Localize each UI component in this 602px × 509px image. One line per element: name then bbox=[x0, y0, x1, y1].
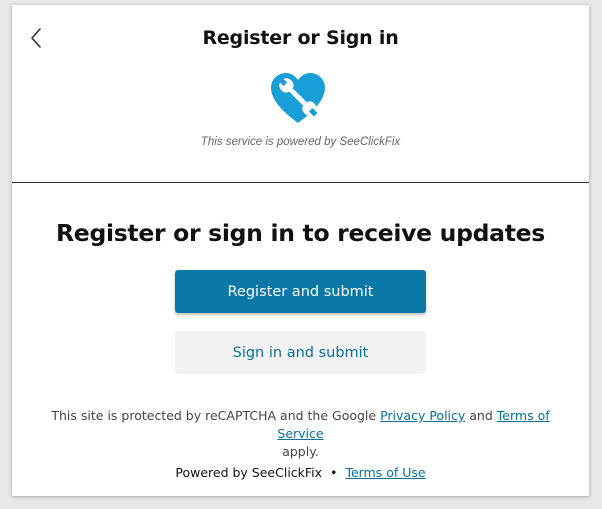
recaptcha-suffix: apply. bbox=[282, 444, 319, 459]
modal-title: Register or Sign in bbox=[202, 27, 399, 49]
modal-footer: Powered by SeeClickFix • Terms of Use bbox=[12, 465, 589, 480]
recaptcha-and: and bbox=[469, 408, 493, 423]
powered-by-seeclickfix: Powered by SeeClickFix bbox=[175, 465, 323, 480]
modal-header: Register or Sign in This service is powe… bbox=[12, 5, 589, 183]
recaptcha-prefix: This site is protected by reCAPTCHA and … bbox=[51, 408, 377, 423]
terms-of-use-link[interactable]: Terms of Use bbox=[345, 465, 425, 480]
sign-in-and-submit-button[interactable]: Sign in and submit bbox=[175, 331, 426, 374]
footer-separator: • bbox=[330, 465, 338, 480]
powered-by-text: This service is powered by SeeClickFix bbox=[200, 136, 401, 148]
privacy-policy-link[interactable]: Privacy Policy bbox=[380, 408, 465, 423]
auth-modal: Register or Sign in This service is powe… bbox=[12, 5, 589, 496]
recaptcha-notice: This site is protected by reCAPTCHA and … bbox=[32, 407, 569, 461]
page-heading: Register or sign in to receive updates bbox=[56, 219, 545, 247]
register-and-submit-button[interactable]: Register and submit bbox=[175, 270, 426, 313]
heart-wrench-icon bbox=[271, 73, 325, 123]
modal-body: Register or sign in to receive updates R… bbox=[12, 183, 589, 496]
